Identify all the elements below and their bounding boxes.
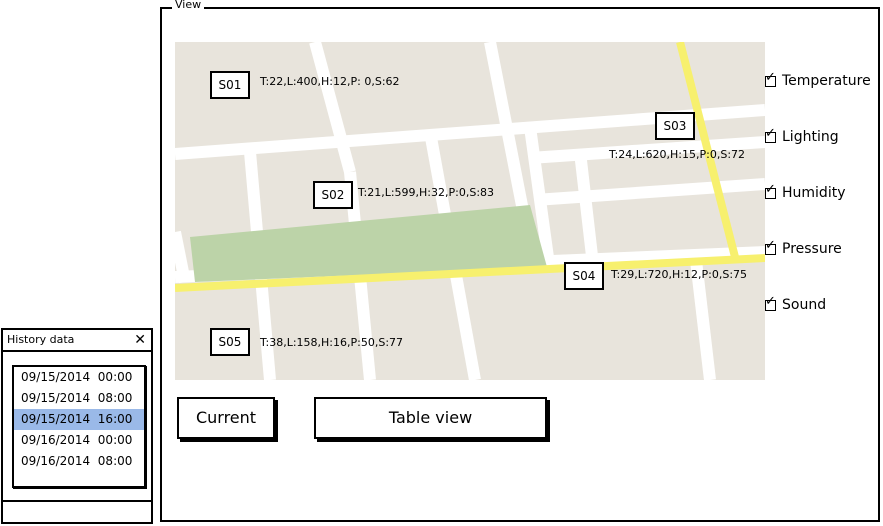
map[interactable] xyxy=(175,42,765,380)
checkbox-icon[interactable]: ✓ xyxy=(765,295,776,311)
current-button[interactable]: Current xyxy=(177,397,275,439)
list-item[interactable]: 09/16/2014 00:00 xyxy=(14,430,144,451)
history-footer xyxy=(3,500,151,522)
view-title: View xyxy=(172,0,205,11)
checkbox-icon[interactable]: ✓ xyxy=(765,71,776,87)
filter-label: Temperature xyxy=(782,73,871,89)
filter-label: Sound xyxy=(782,297,827,313)
filter-temperature[interactable]: ✓ Temperature xyxy=(765,71,871,90)
history-title-text: History data xyxy=(7,333,75,346)
history-list[interactable]: 09/15/2014 00:00 09/15/2014 08:00 09/15/… xyxy=(12,365,146,488)
filter-label: Humidity xyxy=(782,185,846,201)
filter-label: Lighting xyxy=(782,129,839,145)
filter-pressure[interactable]: ✓ Pressure xyxy=(765,239,842,258)
filter-humidity[interactable]: ✓ Humidity xyxy=(765,183,846,202)
list-item[interactable]: 09/16/2014 08:00 xyxy=(14,451,144,472)
sensor-s02[interactable]: S02 xyxy=(313,181,353,209)
sensor-s01[interactable]: S01 xyxy=(210,71,250,99)
filter-lighting[interactable]: ✓ Lighting xyxy=(765,127,839,146)
map-roads xyxy=(175,42,765,380)
sensor-s03-reading: T:24,L:620,H:15,P:0,S:72 xyxy=(609,148,746,161)
history-panel: History data ✕ 09/15/2014 00:00 09/15/20… xyxy=(1,328,153,524)
list-item[interactable]: 09/15/2014 00:00 xyxy=(14,367,144,388)
filter-sound[interactable]: ✓ Sound xyxy=(765,295,827,314)
checkbox-icon[interactable]: ✓ xyxy=(765,183,776,199)
sensor-s04-reading: T:29,L:720,H:12,P:0,S:75 xyxy=(611,268,748,281)
sensor-s02-reading: T:21,L:599,H:32,P:0,S:83 xyxy=(358,186,495,199)
list-item-selected[interactable]: 09/15/2014 16:00 xyxy=(14,409,144,430)
history-title: History data ✕ xyxy=(3,330,151,352)
sensor-s01-reading: T:22,L:400,H:12,P: 0,S:62 xyxy=(260,75,400,88)
close-icon[interactable]: ✕ xyxy=(134,330,146,350)
checkbox-icon[interactable]: ✓ xyxy=(765,239,776,255)
filter-label: Pressure xyxy=(782,241,842,257)
table-view-button[interactable]: Table view xyxy=(314,397,547,439)
checkbox-icon[interactable]: ✓ xyxy=(765,127,776,143)
sensor-s04[interactable]: S04 xyxy=(564,262,604,290)
list-item[interactable]: 09/15/2014 08:00 xyxy=(14,388,144,409)
sensor-s05-reading: T:38,L:158,H:16,P:50,S:77 xyxy=(260,336,404,349)
sensor-s05[interactable]: S05 xyxy=(210,328,250,356)
sensor-s03[interactable]: S03 xyxy=(655,112,695,140)
